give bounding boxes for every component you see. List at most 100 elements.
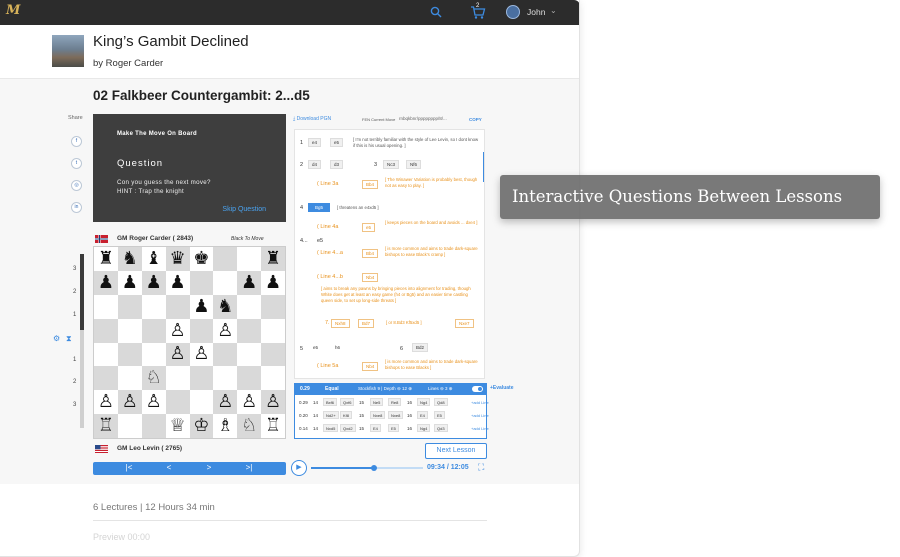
board-square[interactable] bbox=[117, 414, 142, 438]
board-square[interactable] bbox=[141, 342, 166, 367]
board-square[interactable] bbox=[237, 366, 262, 391]
engine-move[interactable]: E4 bbox=[370, 424, 381, 432]
board-square[interactable]: ♘ bbox=[237, 414, 262, 438]
evaluate-button[interactable]: +Evaluate bbox=[490, 385, 514, 391]
play-icon[interactable]: ▶ bbox=[291, 460, 307, 476]
board-square[interactable]: ♗ bbox=[213, 414, 238, 438]
twitter-share-icon[interactable]: t bbox=[71, 158, 82, 169]
board-square[interactable]: ♘ bbox=[141, 366, 166, 391]
move-box[interactable]: Nxh8 bbox=[331, 319, 350, 328]
add-line-button[interactable]: +add Line bbox=[471, 413, 489, 418]
board-square[interactable]: ♟ bbox=[261, 270, 285, 295]
engine-move[interactable]: Bxf6 bbox=[323, 398, 338, 406]
move-box[interactable]: e5 bbox=[362, 223, 376, 232]
engine-move[interactable]: E5 bbox=[434, 411, 445, 419]
move-box[interactable]: Bb4 bbox=[362, 249, 379, 258]
board-square[interactable] bbox=[165, 294, 190, 319]
board-square[interactable]: ♔ bbox=[189, 414, 214, 438]
prev-move-button[interactable]: < bbox=[159, 463, 179, 472]
engine-move[interactable]: Ne5 bbox=[370, 398, 384, 406]
first-move-button[interactable]: |< bbox=[119, 463, 139, 472]
board-square[interactable] bbox=[117, 294, 142, 319]
add-line-button[interactable]: +add Line bbox=[471, 426, 489, 431]
skip-question-button[interactable]: Skip Question bbox=[222, 206, 266, 213]
engine-move[interactable]: Nxe8 bbox=[388, 411, 404, 419]
next-lesson-button[interactable]: Next Lesson bbox=[425, 443, 487, 459]
board-square[interactable] bbox=[189, 270, 214, 295]
engine-move[interactable]: Nd2+ bbox=[323, 411, 339, 419]
move-box[interactable]: Bd7 bbox=[358, 319, 375, 328]
move-box[interactable]: Bd2 bbox=[412, 343, 429, 352]
add-line-button[interactable]: +add Line bbox=[471, 400, 489, 405]
move-box[interactable]: Nxe7 bbox=[455, 319, 474, 328]
board-square[interactable]: ♙ bbox=[237, 390, 262, 415]
settings-icon[interactable]: ⚙ bbox=[53, 334, 60, 343]
engine-move[interactable]: Nxe8 bbox=[370, 411, 386, 419]
board-square[interactable]: ♙ bbox=[189, 342, 214, 367]
board-square[interactable]: ♟ bbox=[117, 270, 142, 295]
engine-move[interactable]: Ng4 bbox=[417, 424, 431, 432]
move-box[interactable]: d3 bbox=[330, 160, 344, 169]
board-square[interactable] bbox=[261, 366, 285, 391]
move-box[interactable]: e5 bbox=[330, 138, 344, 147]
board-square[interactable]: ♖ bbox=[94, 414, 118, 438]
last-move-button[interactable]: >| bbox=[239, 463, 259, 472]
board-square[interactable] bbox=[141, 294, 166, 319]
board-square[interactable] bbox=[94, 342, 118, 367]
facebook-share-icon[interactable]: f bbox=[71, 136, 82, 147]
board-square[interactable]: ♙ bbox=[117, 390, 142, 415]
board-square[interactable] bbox=[165, 390, 190, 415]
linkedin-share-icon[interactable]: in bbox=[71, 202, 82, 213]
board-square[interactable]: ♟ bbox=[189, 294, 214, 319]
engine-toggle[interactable] bbox=[472, 386, 483, 392]
chevron-down-icon[interactable]: ⌄ bbox=[550, 6, 557, 15]
progress-handle[interactable] bbox=[370, 465, 377, 471]
board-square[interactable]: ♜ bbox=[261, 247, 285, 271]
board-square[interactable]: ♙ bbox=[213, 318, 238, 343]
board-square[interactable] bbox=[237, 318, 262, 343]
board-square[interactable]: ♙ bbox=[94, 390, 118, 415]
engine-lines[interactable]: Lines ⊖ 3 ⊕ bbox=[428, 386, 453, 392]
move-box[interactable]: d4 bbox=[308, 160, 322, 169]
board-square[interactable]: ♛ bbox=[165, 247, 190, 271]
board-square[interactable]: ♕ bbox=[165, 414, 190, 438]
move-box[interactable]: Bb4 bbox=[362, 180, 379, 189]
board-square[interactable]: ♟ bbox=[141, 270, 166, 295]
board-square[interactable] bbox=[165, 366, 190, 391]
board-square[interactable] bbox=[117, 366, 142, 391]
engine-move[interactable]: Re8 bbox=[388, 398, 402, 406]
avatar[interactable] bbox=[506, 5, 520, 19]
move-box[interactable]: Nc3 bbox=[383, 160, 400, 169]
move-text[interactable]: h6 bbox=[335, 345, 340, 350]
engine-line[interactable]: 0.29 14 Bxf6 Qxf6 15 Ne5 Re8 16 Ng4 Qd8 +add Line bbox=[299, 398, 489, 410]
board-square[interactable] bbox=[237, 294, 262, 319]
board-square[interactable]: ♟ bbox=[94, 270, 118, 295]
board-square[interactable] bbox=[261, 318, 285, 343]
engine-move[interactable]: Qd8 bbox=[434, 398, 448, 406]
board-square[interactable] bbox=[213, 342, 238, 367]
board-square[interactable] bbox=[141, 318, 166, 343]
board-square[interactable]: ♙ bbox=[261, 390, 285, 415]
engine-move[interactable]: Qd3 bbox=[434, 424, 448, 432]
logo[interactable]: M bbox=[6, 3, 40, 23]
fullscreen-icon[interactable]: ⛶ bbox=[478, 462, 484, 473]
move-box[interactable]: e4 bbox=[308, 138, 322, 147]
board-square[interactable] bbox=[213, 247, 238, 271]
move-list[interactable]: 1 e4 e5 [ I’m not terribly familiar with… bbox=[294, 129, 485, 379]
board-square[interactable]: ♞ bbox=[213, 294, 238, 319]
move-text[interactable]: e5 bbox=[313, 345, 318, 350]
board-square[interactable] bbox=[237, 247, 262, 271]
board-square[interactable] bbox=[141, 414, 166, 438]
board-square[interactable]: ♞ bbox=[117, 247, 142, 271]
board-square[interactable]: ♜ bbox=[94, 247, 118, 271]
board-square[interactable] bbox=[237, 342, 262, 367]
board-square[interactable] bbox=[189, 366, 214, 391]
engine-move[interactable]: Qxd2 bbox=[340, 424, 356, 432]
hourglass-icon[interactable]: ⧗ bbox=[66, 334, 72, 344]
engine-move[interactable]: E5 bbox=[388, 424, 399, 432]
instagram-share-icon[interactable]: ◎ bbox=[71, 180, 82, 191]
move-box[interactable]: Nb4 bbox=[362, 362, 379, 371]
move-text[interactable]: e5 bbox=[317, 238, 323, 244]
board-square[interactable] bbox=[117, 342, 142, 367]
board-square[interactable]: ♙ bbox=[165, 318, 190, 343]
